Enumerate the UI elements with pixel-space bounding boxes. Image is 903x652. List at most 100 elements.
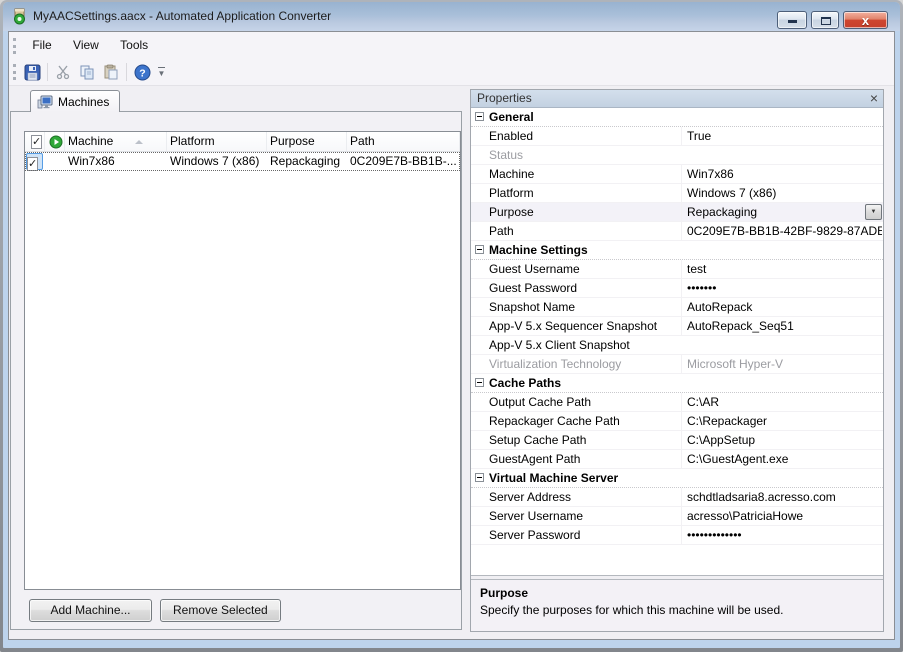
property-value[interactable]: Microsoft Hyper-V [681, 355, 882, 373]
header-status-cell[interactable] [45, 132, 65, 151]
property-value[interactable]: True [681, 127, 882, 145]
property-value[interactable]: Repackaging [681, 203, 882, 221]
property-label: Guest Password [489, 279, 676, 297]
tab-machines[interactable]: Machines [30, 90, 120, 112]
property-value[interactable]: C:\GuestAgent.exe [681, 450, 882, 468]
category-label: Virtual Machine Server [489, 469, 618, 487]
close-button[interactable]: x [843, 11, 888, 29]
header-machine[interactable]: Machine [65, 132, 167, 151]
row-platform[interactable]: Windows 7 (x86) [167, 152, 267, 171]
add-machine-button[interactable]: Add Machine... [29, 599, 152, 622]
cut-button[interactable] [51, 61, 75, 83]
save-button[interactable] [20, 61, 44, 83]
menu-view[interactable]: View [64, 32, 108, 58]
help-button[interactable]: ? [130, 61, 154, 83]
property-row-path[interactable]: Path0C209E7B-BB1B-42BF-9829-87ADED2E8 [471, 222, 883, 241]
property-value[interactable]: AutoRepack [681, 298, 882, 316]
save-icon [24, 64, 41, 81]
toolbar-grip-icon[interactable] [13, 64, 16, 80]
row-purpose[interactable]: Repackaging [267, 152, 347, 171]
property-row-app-v-5-x-sequencer-snapshot[interactable]: App-V 5.x Sequencer SnapshotAutoRepack_S… [471, 317, 883, 336]
property-label: Platform [489, 184, 676, 202]
property-row-server-username[interactable]: Server Usernameacresso\PatriciaHowe [471, 507, 883, 526]
property-row-guestagent-path[interactable]: GuestAgent PathC:\GuestAgent.exe [471, 450, 883, 469]
toolbar-overflow-icon[interactable]: ▼ [156, 67, 167, 78]
copy-button[interactable] [75, 61, 99, 83]
property-value[interactable]: Windows 7 (x86) [681, 184, 882, 202]
property-row-virtualization-technology[interactable]: Virtualization TechnologyMicrosoft Hyper… [471, 355, 883, 374]
property-value[interactable]: acresso\PatriciaHowe [681, 507, 882, 525]
collapse-minus-icon[interactable] [475, 245, 484, 254]
maximize-button[interactable] [811, 11, 839, 29]
window-controls: x [777, 11, 888, 29]
property-row-status[interactable]: Status [471, 146, 883, 165]
header-purpose[interactable]: Purpose [267, 132, 347, 151]
sort-ascending-icon [135, 140, 143, 144]
property-value[interactable]: ••••••• [681, 279, 882, 297]
minimize-button[interactable] [777, 11, 807, 29]
property-row-platform[interactable]: Platform Windows 7 (x86) [471, 184, 883, 203]
property-row-snapshot-name[interactable]: Snapshot NameAutoRepack [471, 298, 883, 317]
minimize-icon [788, 20, 797, 23]
collapse-minus-icon[interactable] [475, 378, 484, 387]
table-row[interactable]: ✓ Win7x86 Windows 7 (x86) Repackaging 0C… [25, 152, 460, 171]
collapse-minus-icon[interactable] [475, 473, 484, 482]
toolbar: ? ▼ [9, 58, 894, 86]
header-path-label: Path [350, 134, 375, 148]
properties-header[interactable]: Properties × [471, 90, 883, 108]
category-row-machine-settings[interactable]: Machine Settings [471, 241, 883, 260]
property-row-server-address[interactable]: Server Addressschdtladsaria8.acresso.com [471, 488, 883, 507]
property-row-machine[interactable]: MachineWin7x86 [471, 165, 883, 184]
description-text: Specify the purposes for which this mach… [480, 603, 874, 617]
property-row-enabled[interactable]: EnabledTrue [471, 127, 883, 146]
property-value[interactable]: schdtladsaria8.acresso.com [681, 488, 882, 506]
checkbox-checked-icon[interactable]: ✓ [31, 135, 42, 149]
property-value[interactable]: 0C209E7B-BB1B-42BF-9829-87ADED2E8 [681, 222, 882, 240]
menu-grip-icon[interactable] [13, 38, 16, 54]
copy-icon [79, 64, 95, 80]
dropdown-button[interactable]: ▼ [865, 204, 882, 220]
status-play-icon [49, 135, 63, 149]
property-row-app-v-5-x-client-snapshot[interactable]: App-V 5.x Client Snapshot [471, 336, 883, 355]
property-value[interactable]: C:\AR [681, 393, 882, 411]
category-row-cache-paths[interactable]: Cache Paths [471, 374, 883, 393]
collapse-minus-icon[interactable] [475, 112, 484, 121]
machine-list: ✓ Machine Platform [24, 131, 461, 590]
property-value[interactable]: ••••••••••••• [681, 526, 882, 544]
menu-tools[interactable]: Tools [111, 32, 157, 58]
property-row-repackager-cache-path[interactable]: Repackager Cache Path C:\Repackager [471, 412, 883, 431]
property-value[interactable]: C:\AppSetup [681, 431, 882, 449]
svg-text:?: ? [139, 67, 145, 79]
property-value[interactable]: AutoRepack_Seq51 [681, 317, 882, 335]
title-bar[interactable]: MyAACSettings.aacx - Automated Applicati… [3, 2, 900, 31]
header-platform[interactable]: Platform [167, 132, 267, 151]
property-row-purpose[interactable]: PurposeRepackaging▼ [471, 203, 883, 222]
header-purpose-label: Purpose [270, 134, 315, 148]
row-path[interactable]: 0C209E7B-BB1B-... [347, 152, 460, 171]
menu-file[interactable]: File [23, 32, 60, 58]
category-row-general[interactable]: General [471, 108, 883, 127]
property-label: Repackager Cache Path [489, 412, 676, 430]
row-checkbox-checked-icon[interactable]: ✓ [27, 157, 38, 171]
property-row-server-password[interactable]: Server Password••••••••••••• [471, 526, 883, 545]
property-row-setup-cache-path[interactable]: Setup Cache Path C:\AppSetup [471, 431, 883, 450]
property-row-guest-password[interactable]: Guest Password ••••••• [471, 279, 883, 298]
property-value[interactable]: test [681, 260, 882, 278]
properties-close-icon[interactable]: × [870, 90, 878, 107]
menu-bar: File View Tools [9, 32, 894, 58]
property-label: Setup Cache Path [489, 431, 676, 449]
row-machine[interactable]: Win7x86 [65, 152, 167, 171]
category-label: General [489, 108, 534, 126]
header-path[interactable]: Path [347, 132, 460, 151]
remove-selected-button[interactable]: Remove Selected [160, 599, 281, 622]
tab-machines-label: Machines [58, 95, 109, 109]
property-row-output-cache-path[interactable]: Output Cache PathC:\AR [471, 393, 883, 412]
property-value[interactable]: Win7x86 [681, 165, 882, 183]
property-value[interactable]: C:\Repackager [681, 412, 882, 430]
category-row-virtual-machine-server[interactable]: Virtual Machine Server [471, 469, 883, 488]
toolbar-separator [47, 63, 48, 81]
header-checkbox-cell[interactable]: ✓ [25, 132, 45, 151]
paste-button[interactable] [99, 61, 123, 83]
row-checkbox-cell[interactable]: ✓ [25, 152, 45, 171]
property-row-guest-username[interactable]: Guest Usernametest [471, 260, 883, 279]
